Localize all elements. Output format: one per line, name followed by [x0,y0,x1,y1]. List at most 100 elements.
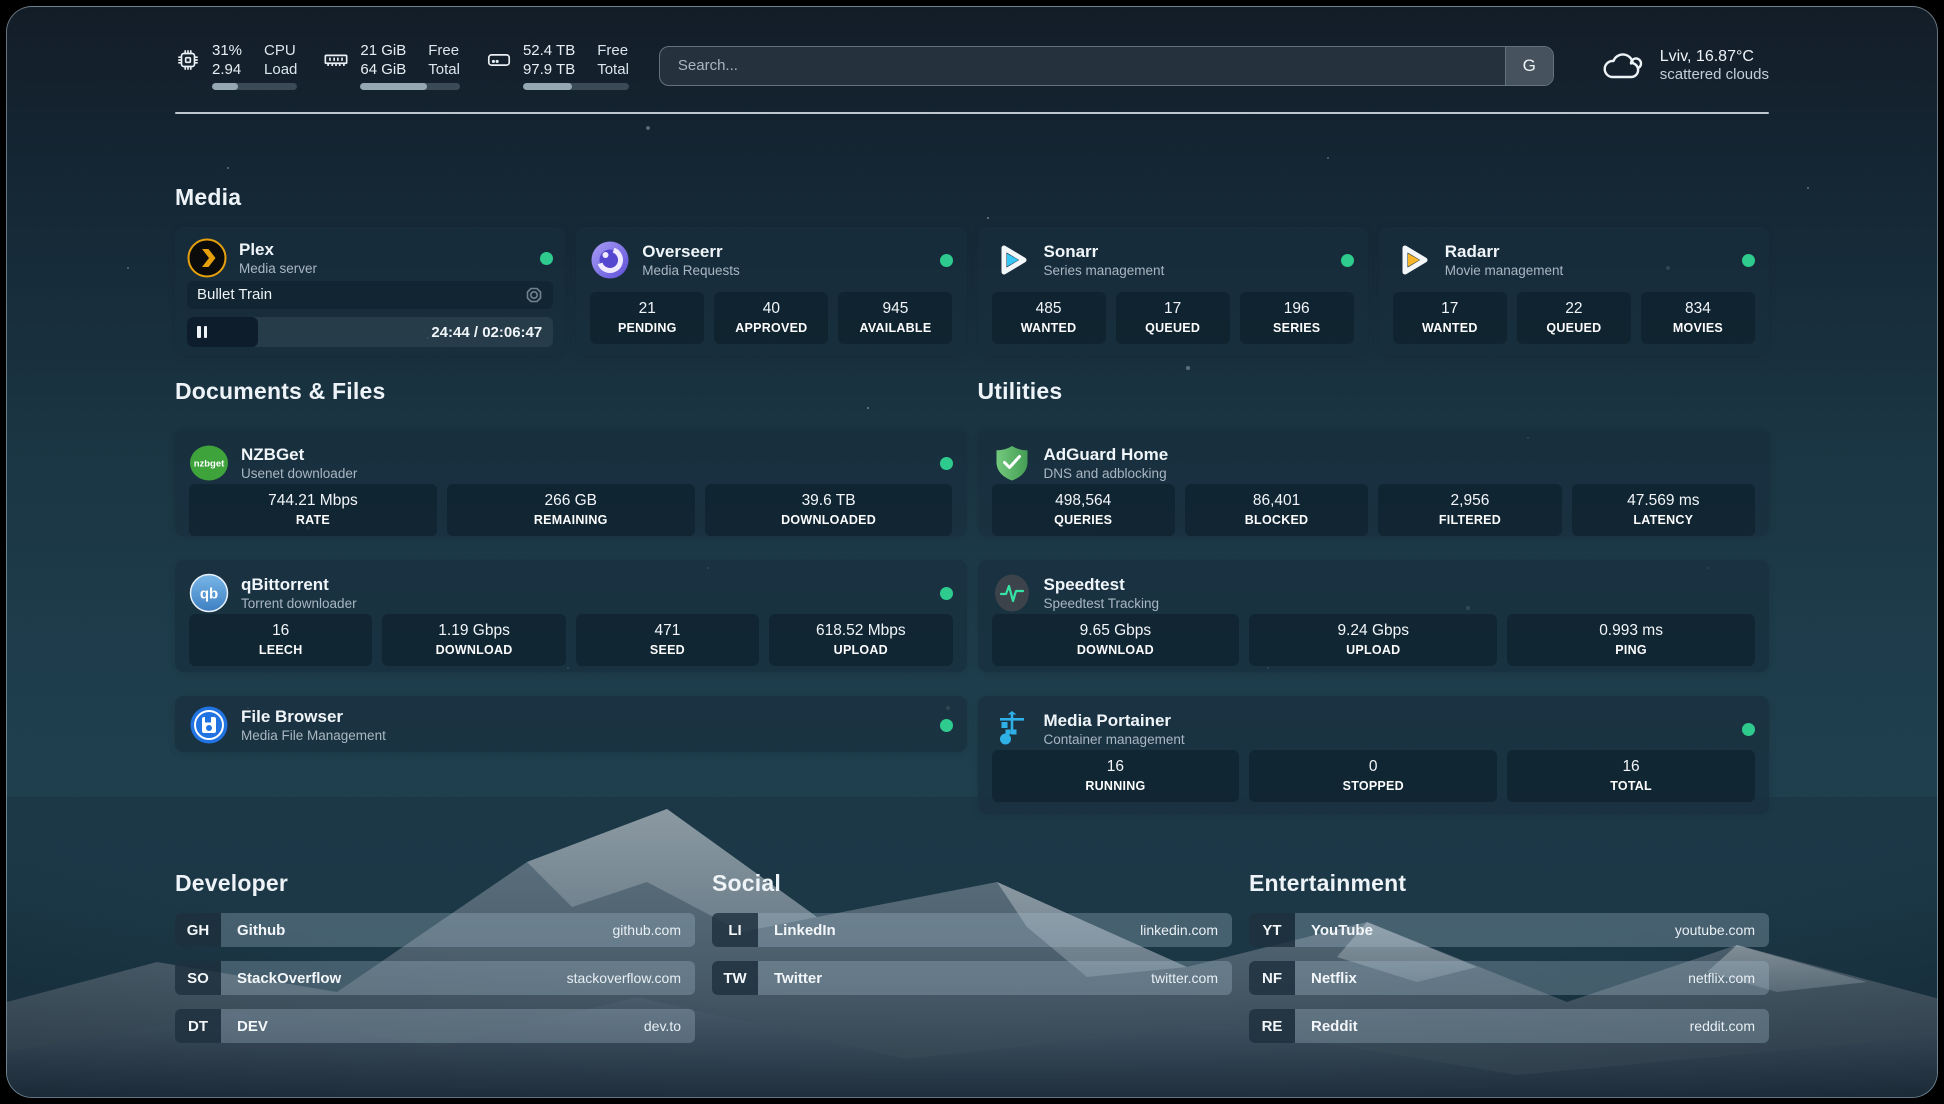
stat-value: 2,956 [1382,491,1557,511]
stat-tile: 9.24 GbpsUPLOAD [1249,614,1497,666]
stat-value: 47.569 ms [1576,491,1751,511]
stat-label: UPLOAD [1253,642,1493,658]
stat-tile: 266 GBREMAINING [447,484,695,536]
cpu-icon [175,47,201,73]
stat-label: WANTED [1397,320,1503,336]
link-row-github[interactable]: GHGithubgithub.com [175,913,695,947]
link-name: DEV [237,1018,268,1035]
ram-stat: 21 GiB 64 GiB Free Total [323,41,460,90]
playback-progress-bar[interactable]: 24:44 / 02:06:47 [187,317,553,347]
stat-label: RUNNING [996,778,1236,794]
stat-tile: 834MOVIES [1641,292,1755,344]
app-name: qBittorrent [241,574,357,595]
link-url: dev.to [644,1018,681,1034]
app-card-radarr[interactable]: Radarr Movie management 17WANTED22QUEUED… [1379,227,1769,356]
dashboard-window: 31% 2.94 CPU Load [6,6,1938,1098]
link-url: stackoverflow.com [567,970,681,986]
google-search-button[interactable]: G [1505,47,1553,85]
link-row-dev[interactable]: DT DEV dev.to [175,1009,695,1043]
stat-tile: 471SEED [576,614,759,666]
app-card-portainer[interactable]: Media Portainer Container management 16R… [978,696,1770,814]
link-row-netflix[interactable]: NFNetflixnetflix.com [1249,961,1769,995]
stat-tile: 86,401BLOCKED [1185,484,1368,536]
stat-tile: 17WANTED [1393,292,1507,344]
status-dot [1742,723,1755,736]
app-card-qbittorrent[interactable]: qb qBittorrent Torrent downloader 16LEEC… [175,560,967,672]
section-title-documents: Documents & Files [175,378,967,405]
stat-label: WANTED [996,320,1102,336]
app-name: Speedtest [1044,574,1160,595]
link-name: YouTube [1311,922,1373,939]
stat-label: DOWNLOADED [709,512,949,528]
stat-tile: 21PENDING [590,292,704,344]
app-card-sonarr[interactable]: Sonarr Series management 485WANTED17QUEU… [978,227,1368,356]
stat-tile: 17QUEUED [1116,292,1230,344]
movie-icon [525,286,543,304]
system-stats: 31% 2.94 CPU Load [175,41,629,90]
app-card-filebrowser[interactable]: File Browser Media File Management [175,696,967,752]
stat-value: 40 [718,299,824,319]
stat-value: 9.65 Gbps [996,621,1236,641]
stat-tile: 744.21 MbpsRATE [189,484,437,536]
app-card-adguard[interactable]: AdGuard Home DNS and adblocking 498,564Q… [978,430,1770,536]
app-subtitle: Torrent downloader [241,595,357,612]
status-dot [540,252,553,265]
status-dot [940,719,953,732]
section-title-social: Social [712,870,1232,897]
cpu-label-top: CPU [264,41,297,60]
cpu-stat: 31% 2.94 CPU Load [175,41,297,90]
app-stats: 21PENDING40APPROVED945AVAILABLE [590,292,952,344]
stat-tile: 16TOTAL [1507,750,1755,802]
stat-label: APPROVED [718,320,824,336]
link-row-reddit[interactable]: RERedditreddit.com [1249,1009,1769,1043]
link-row-linkedin[interactable]: LILinkedInlinkedin.com [712,913,1232,947]
link-abbr: DT [175,1009,221,1043]
stat-label: DOWNLOAD [996,642,1236,658]
weather-location-temp: Lviv, 16.87°C [1660,48,1769,66]
app-card-speedtest[interactable]: Speedtest Speedtest Tracking 9.65 GbpsDO… [978,560,1770,672]
stat-value: 744.21 Mbps [193,491,433,511]
link-url: linkedin.com [1140,922,1218,938]
header-divider [175,112,1769,114]
app-card-overseerr[interactable]: Overseerr Media Requests 21PENDING40APPR… [576,227,966,356]
link-row-twitter[interactable]: TWTwittertwitter.com [712,961,1232,995]
stat-label: QUEUED [1120,320,1226,336]
stat-value: 17 [1397,299,1503,319]
now-playing-row: Bullet Train [187,281,553,309]
app-subtitle: Media Requests [642,262,740,279]
app-card-nzbget[interactable]: nzbget NZBGet Usenet downloader 744.21 M… [175,430,967,536]
links-section-social: Social LILinkedInlinkedin.com TWTwittertw… [712,870,1232,1043]
app-name: Plex [239,239,317,260]
link-row-stackoverflow[interactable]: SOStackOverflowstackoverflow.com [175,961,695,995]
ram-progress-bar [360,83,460,90]
stat-label: SERIES [1244,320,1350,336]
cpu-usage: 31% [212,41,242,60]
link-abbr: SO [175,961,221,995]
app-card-plex[interactable]: Plex Media server Bullet Train [175,227,565,356]
app-subtitle: Media server [239,260,317,277]
stat-value: 16 [1511,757,1751,777]
stat-label: RATE [193,512,433,528]
app-name: Media Portainer [1044,710,1185,731]
stat-tile: 40APPROVED [714,292,828,344]
stat-label: LEECH [193,642,368,658]
stat-tile: 196SERIES [1240,292,1354,344]
stat-value: 498,564 [996,491,1171,511]
app-stats: 485WANTED17QUEUED196SERIES [992,292,1354,344]
cloud-icon [1600,48,1646,84]
app-name: Sonarr [1044,241,1165,262]
app-subtitle: Speedtest Tracking [1044,595,1160,612]
section-title-media: Media [175,184,1769,211]
link-abbr: GH [175,913,221,947]
sonarr-icon [992,240,1032,280]
status-dot [940,587,953,600]
app-subtitle: Movie management [1445,262,1564,279]
stat-tile: 22QUEUED [1517,292,1631,344]
link-row-youtube[interactable]: YTYouTubeyoutube.com [1249,913,1769,947]
weather-widget: Lviv, 16.87°C scattered clouds [1600,48,1769,84]
search-input[interactable] [659,46,1554,86]
section-title-utilities: Utilities [978,378,1770,405]
adguard-icon [992,443,1032,483]
stat-label: SEED [580,642,755,658]
stat-tile: 498,564QUERIES [992,484,1175,536]
